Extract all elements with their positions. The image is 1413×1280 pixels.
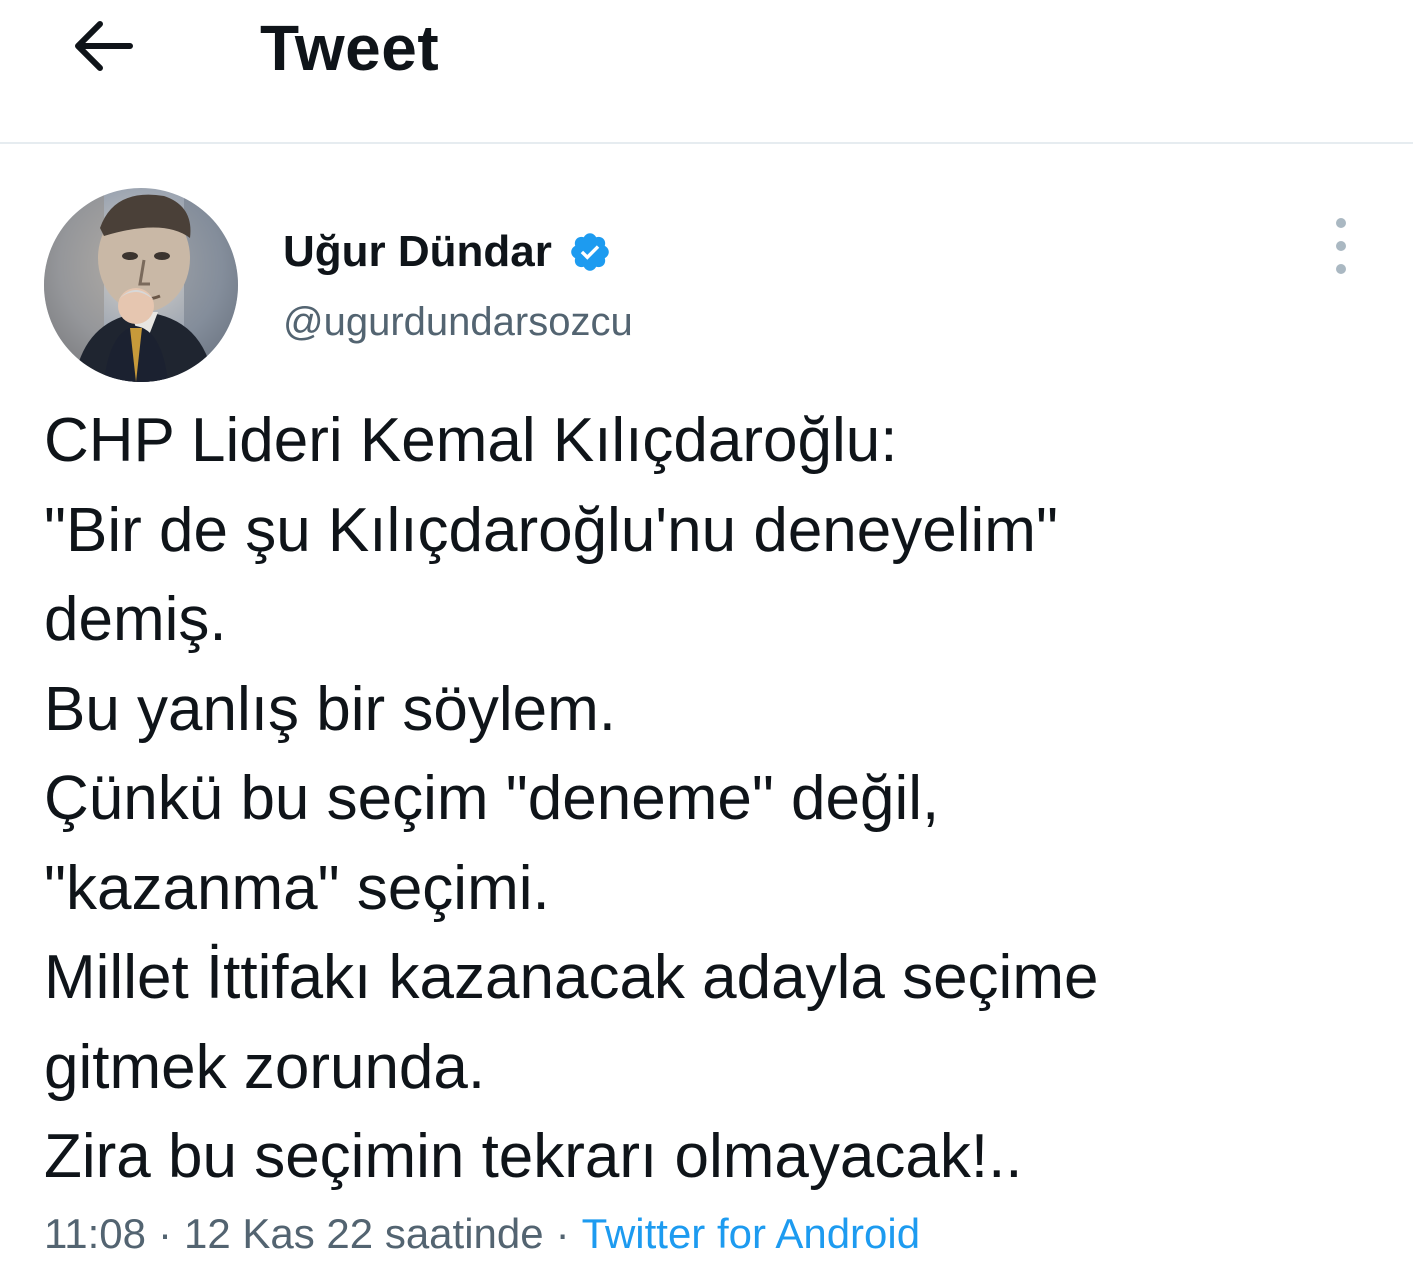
tweet-text: CHP Lideri Kemal Kılıçdaroğlu: "Bir de ş…	[44, 396, 1384, 1202]
display-name[interactable]: Uğur Dündar	[283, 222, 552, 282]
tweet-text-line: demiş.	[44, 585, 227, 654]
tweet-text-line: Zira bu seçimin tekrarı olmayacak!..	[44, 1122, 1023, 1191]
tweet-time[interactable]: 11:08	[44, 1210, 146, 1257]
tweet-source-link[interactable]: Twitter for Android	[582, 1210, 920, 1257]
tweet-text-line: Bu yanlış bir söylem.	[44, 674, 616, 744]
more-options-button[interactable]	[1318, 218, 1364, 274]
name-row: Uğur Dündar	[283, 222, 633, 282]
top-bar: Tweet	[0, 0, 1413, 144]
tweet-meta: 11:08 · 12 Kas 22 saatinde · Twitter for And…	[44, 1206, 920, 1262]
tweet-text-line: Millet İttifakı kazanacak adayla seçime	[44, 943, 1099, 1012]
avatar[interactable]	[44, 188, 238, 382]
tweet-text-line: CHP Lideri Kemal Kılıçdaroğlu:	[44, 406, 898, 475]
back-button[interactable]	[60, 10, 144, 82]
tweet-date[interactable]: 12 Kas 22 saatinde	[184, 1210, 544, 1257]
meta-separator: ·	[555, 1210, 570, 1257]
tweet-text-line: gitmek zorunda.	[44, 1032, 486, 1102]
page-title: Tweet	[260, 12, 440, 84]
avatar-image	[44, 188, 238, 382]
more-vertical-icon	[1336, 218, 1346, 228]
more-vertical-icon-dot	[1336, 264, 1346, 274]
tweet-text-line: "Bir de şu Kılıçdaroğlu'nu deneyelim"	[44, 495, 1058, 565]
arrow-left-icon	[75, 21, 133, 71]
author-info[interactable]: Uğur Dündar @ugurdundarsozcu	[283, 222, 633, 346]
more-vertical-icon-dot	[1336, 241, 1346, 251]
tweet-text-line: "kazanma" seçimi.	[44, 853, 550, 923]
meta-separator: ·	[158, 1210, 172, 1257]
verified-badge-icon	[568, 230, 612, 274]
tweet-text-line: Çünkü bu seçim "deneme" değil,	[44, 764, 940, 833]
user-handle[interactable]: @ugurdundarsozcu	[283, 298, 633, 346]
